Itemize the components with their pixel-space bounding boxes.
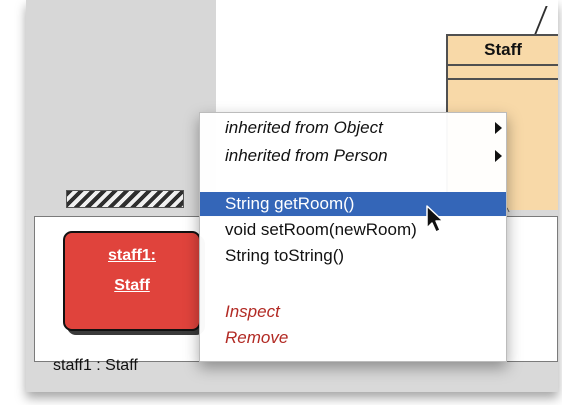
menu-item-label: inherited from Person	[225, 146, 388, 165]
mouse-pointer-icon	[426, 205, 444, 233]
object-context-menu: inherited from Object inherited from Per…	[199, 112, 507, 362]
menu-item-label: inherited from Object	[225, 118, 383, 137]
bench-resize-handle[interactable]	[66, 190, 184, 208]
object-name: staff1:	[107, 247, 156, 264]
menu-item-set-room[interactable]: void setRoom(newRoom)	[200, 218, 506, 242]
menu-item-label: Inspect	[225, 302, 280, 321]
menu-item-label: String toString()	[225, 246, 345, 265]
menu-item-label: String getRoom()	[225, 194, 355, 213]
object-instance-staff1[interactable]: staff1: Staff	[63, 231, 201, 331]
class-fields-divider	[448, 66, 558, 80]
chevron-right-icon	[495, 150, 502, 162]
menu-item-get-room[interactable]: String getRoom()	[200, 192, 506, 216]
left-toolbar-panel	[26, 0, 217, 210]
object-status-label: staff1 : Staff	[53, 357, 138, 374]
object-type: Staff	[114, 277, 150, 294]
menu-item-remove[interactable]: Remove	[200, 326, 506, 350]
menu-item-label: void setRoom(newRoom)	[225, 220, 417, 239]
chevron-right-icon	[495, 122, 502, 134]
menu-item-inherited-object[interactable]: inherited from Object	[200, 116, 506, 140]
menu-item-label: Remove	[225, 328, 289, 347]
class-name: Staff	[448, 36, 558, 66]
menu-item-inspect[interactable]: Inspect	[200, 300, 506, 324]
menu-item-to-string[interactable]: String toString()	[200, 244, 506, 268]
menu-item-inherited-person[interactable]: inherited from Person	[200, 144, 506, 168]
